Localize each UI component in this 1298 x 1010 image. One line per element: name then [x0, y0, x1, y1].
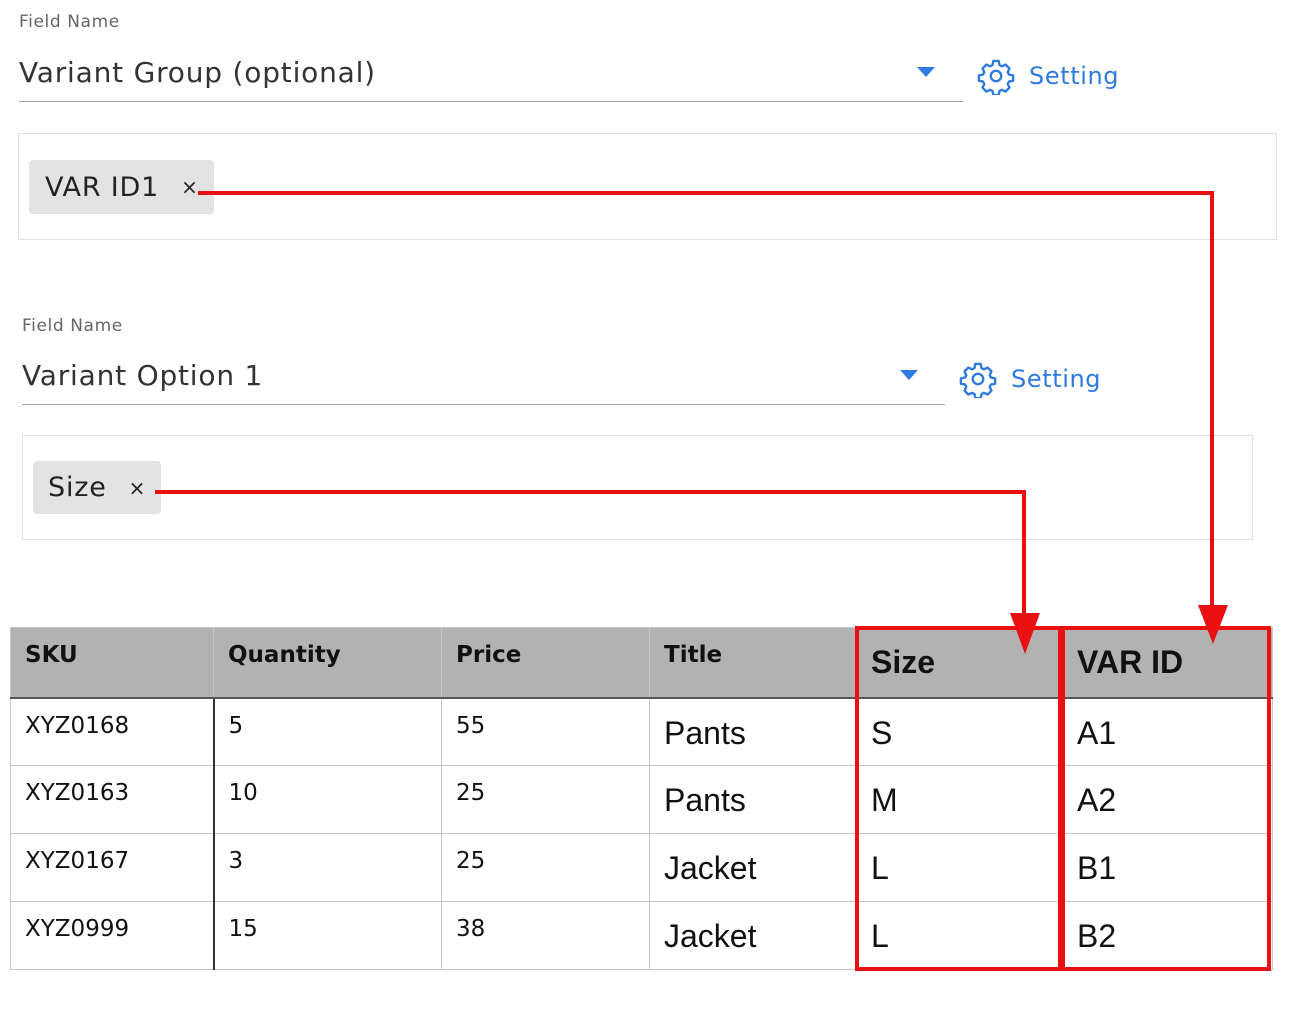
cell-var-id: B2 [1062, 901, 1273, 970]
caret-down-icon[interactable] [917, 67, 935, 77]
cell-price: 25 [441, 833, 650, 902]
table-row: XYZ0163 10 25 Pants M A2 [10, 765, 1273, 834]
column-header-price: Price [441, 627, 650, 699]
tag-label: Size [48, 472, 107, 503]
cell-var-id: A1 [1062, 697, 1273, 766]
cell-price: 38 [441, 901, 650, 970]
tag-chip: VAR ID1 × [29, 160, 214, 214]
cell-quantity: 15 [213, 901, 442, 970]
close-icon[interactable]: × [129, 476, 147, 500]
cell-price: 55 [441, 697, 650, 766]
arrow-down-icon [198, 191, 1228, 644]
select-underline [19, 101, 963, 102]
cell-title: Pants [649, 765, 857, 834]
tag-chip: Size × [33, 461, 162, 514]
table-row: XYZ0999 15 38 Jacket L B2 [10, 901, 1273, 970]
cell-size: L [856, 833, 1063, 902]
caret-down-icon[interactable] [900, 370, 918, 380]
gear-icon [959, 362, 997, 398]
variant-option-tag-box[interactable]: Size × [22, 435, 1253, 540]
field-label: Field Name [19, 12, 120, 32]
close-icon[interactable]: × [181, 175, 199, 199]
setting-link[interactable]: Setting [959, 360, 1101, 398]
setting-label: Setting [1029, 62, 1120, 90]
variant-group-select-value: Variant Group (optional) [19, 56, 376, 89]
variant-group-select[interactable]: Variant Group (optional) [19, 54, 963, 102]
gear-icon [977, 59, 1015, 95]
column-header-title: Title [649, 627, 857, 699]
column-header-sku: SKU [10, 627, 214, 699]
cell-quantity: 3 [213, 833, 442, 902]
cell-var-id: B1 [1062, 833, 1273, 902]
column-header-size: Size [856, 627, 1063, 699]
table-row: XYZ0168 5 55 Pants S A1 [10, 697, 1273, 766]
cell-title: Pants [649, 697, 857, 766]
cell-title: Jacket [649, 833, 857, 902]
cell-sku: XYZ0163 [10, 765, 215, 834]
cell-quantity: 5 [213, 697, 442, 766]
table-header-row: SKU Quantity Price Title Size VAR ID [10, 627, 1273, 699]
product-table: SKU Quantity Price Title Size VAR ID XYZ… [10, 627, 1273, 970]
setting-link[interactable]: Setting [977, 57, 1119, 95]
cell-size: L [856, 901, 1063, 970]
setting-label: Setting [1011, 365, 1102, 393]
table-row: XYZ0167 3 25 Jacket L B1 [10, 833, 1273, 902]
cell-title: Jacket [649, 901, 857, 970]
cell-price: 25 [441, 765, 650, 834]
cell-var-id: A2 [1062, 765, 1273, 834]
cell-size: S [856, 697, 1063, 766]
variant-group-tag-box[interactable]: VAR ID1 × [18, 133, 1277, 240]
cell-size: M [856, 765, 1063, 834]
variant-option-select-value: Variant Option 1 [22, 359, 264, 392]
column-header-var-id: VAR ID [1062, 627, 1273, 699]
select-underline [22, 404, 945, 405]
column-header-quantity: Quantity [213, 627, 442, 699]
cell-quantity: 10 [213, 765, 442, 834]
cell-sku: XYZ0167 [10, 833, 215, 902]
cell-sku: XYZ0999 [10, 901, 215, 970]
variant-option-select[interactable]: Variant Option 1 [22, 357, 945, 405]
tag-label: VAR ID1 [45, 171, 160, 203]
cell-sku: XYZ0168 [10, 697, 215, 766]
field-label: Field Name [22, 316, 123, 336]
